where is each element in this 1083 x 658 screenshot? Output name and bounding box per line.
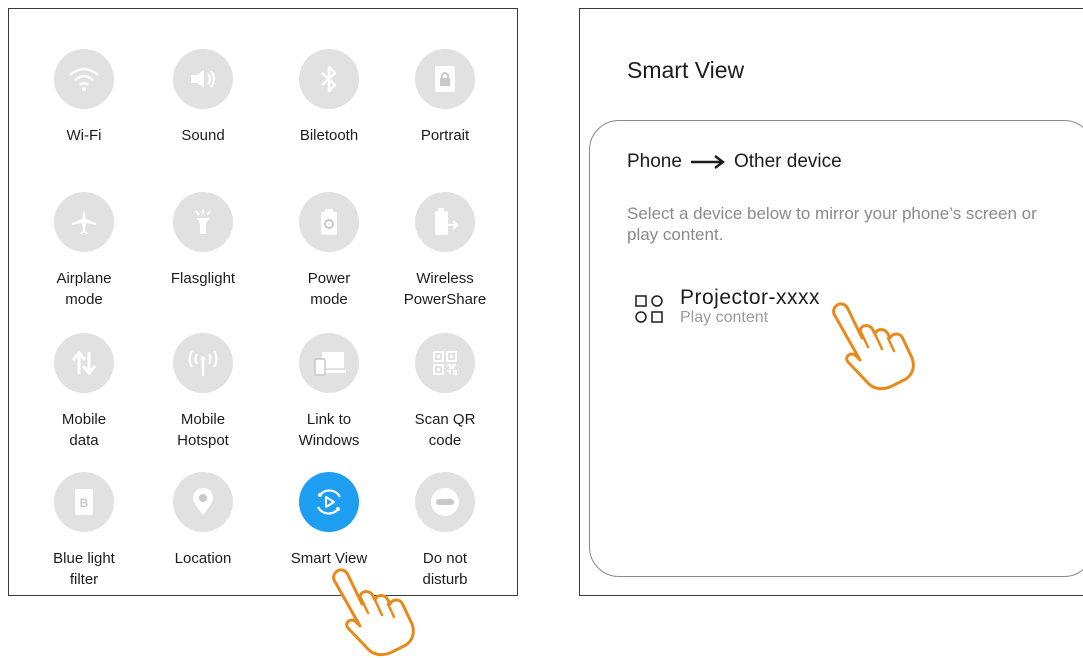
- device-subtitle: Play content: [680, 309, 769, 326]
- tile-label: Flasglight: [170, 270, 236, 287]
- wifi-icon: [54, 49, 114, 109]
- tile-label: Mobile data: [61, 411, 107, 449]
- tile-label: Location: [174, 550, 232, 567]
- device-name: Projector-xxxx: [680, 286, 821, 309]
- location-pin-icon: [173, 472, 233, 532]
- bluetooth-icon: [299, 49, 359, 109]
- tile-airplane[interactable]: Airplane mode: [21, 192, 147, 310]
- quick-settings-panel: Wi-Fi Sound Biletooth Portrait Airplane …: [8, 8, 518, 596]
- tile-wifi[interactable]: Wi-Fi: [21, 49, 147, 146]
- arrow-right-icon: [690, 155, 725, 169]
- cast-direction: Phone Other device: [627, 151, 842, 173]
- hotspot-icon: [173, 333, 233, 393]
- tile-portrait[interactable]: Portrait: [382, 49, 508, 146]
- link-windows-icon: [299, 333, 359, 393]
- tile-label: Biletooth: [299, 127, 359, 144]
- tile-blue-light-filter[interactable]: B Blue light filter: [21, 472, 147, 590]
- tile-label: Link to Windows: [298, 411, 360, 449]
- tile-label: Sound: [181, 127, 225, 144]
- qr-code-icon: [415, 333, 475, 393]
- instructions-text: Select a device below to mirror your pho…: [627, 204, 1037, 244]
- flashlight-icon: [173, 192, 233, 252]
- tile-bluetooth[interactable]: Biletooth: [266, 49, 392, 146]
- blue-light-icon: B: [54, 472, 114, 532]
- tile-label: Power mode: [307, 270, 351, 308]
- tile-label: Wi-Fi: [66, 127, 102, 144]
- tile-smart-view[interactable]: Smart View: [266, 472, 392, 569]
- page-title: Smart View: [627, 57, 745, 83]
- smart-view-icon: [299, 472, 359, 532]
- tile-wireless-powershare[interactable]: Wireless PowerShare: [382, 192, 508, 310]
- tile-label: Mobile Hotspot: [177, 411, 229, 449]
- tile-scan-qr[interactable]: Scan QR code: [382, 333, 508, 451]
- tile-mobile-data[interactable]: Mobile data: [21, 333, 147, 451]
- device-grid-icon: [635, 295, 663, 323]
- battery-icon: [299, 192, 359, 252]
- tile-power-mode[interactable]: Power mode: [266, 192, 392, 310]
- tile-link-to-windows[interactable]: Link to Windows: [266, 333, 392, 451]
- tile-label: Airplane mode: [56, 270, 112, 308]
- hand-pointer-icon: [832, 302, 915, 391]
- direction-to: Other device: [733, 151, 842, 172]
- sound-icon: [173, 49, 233, 109]
- hand-pointer-icon: [332, 568, 415, 657]
- lock-icon: [415, 49, 475, 109]
- tile-label: Blue light filter: [53, 550, 115, 588]
- direction-from: Phone: [627, 151, 682, 172]
- do-not-disturb-icon: [415, 472, 475, 532]
- powershare-icon: [415, 192, 475, 252]
- tile-sound[interactable]: Sound: [140, 49, 266, 146]
- tile-mobile-hotspot[interactable]: Mobile Hotspot: [140, 333, 266, 451]
- svg-text:B: B: [80, 496, 89, 510]
- data-arrows-icon: [54, 333, 114, 393]
- tile-label: Wireless PowerShare: [403, 270, 487, 308]
- airplane-icon: [54, 192, 114, 252]
- tile-flashlight[interactable]: Flasglight: [140, 192, 266, 289]
- tile-label: Scan QR code: [414, 411, 476, 449]
- tile-location[interactable]: Location: [140, 472, 266, 569]
- tile-label: Portrait: [420, 127, 470, 144]
- device-list-item[interactable]: Projector-xxxx Play content: [634, 287, 820, 327]
